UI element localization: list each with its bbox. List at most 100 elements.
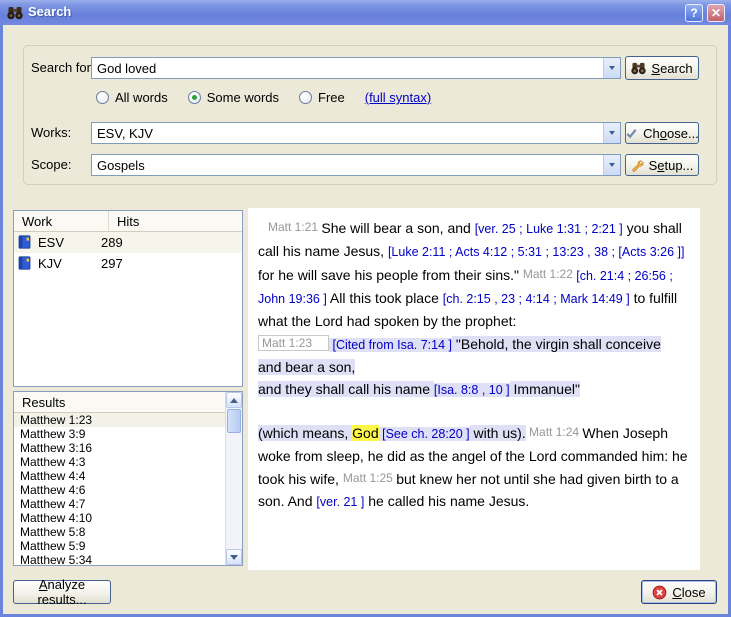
setup-scope-button[interactable]: Setup... — [625, 154, 699, 176]
arrow-up-icon — [230, 398, 238, 403]
chevron-down-icon — [609, 131, 615, 135]
search-combo-dropdown-button[interactable] — [603, 58, 620, 78]
window-close-button[interactable]: ✕ — [707, 4, 725, 22]
cross-reference-link[interactable]: [ch. 2:15 , 23 ; 4:14 ; Mark 14:49 ] — [443, 292, 630, 306]
radio-button-icon — [299, 91, 312, 104]
result-item[interactable]: Matthew 5:34 — [14, 553, 225, 565]
cross-reference-link[interactable]: [See ch. 28:20 ] — [379, 427, 470, 441]
result-item[interactable]: Matthew 4:7 — [14, 497, 225, 511]
radio-label: All words — [115, 90, 168, 105]
analyze-button-label: Analyze results... — [14, 577, 110, 607]
radio-all-words[interactable]: All words — [96, 90, 168, 105]
binoculars-icon — [631, 62, 646, 75]
analyze-results-button[interactable]: Analyze results... — [13, 580, 111, 604]
verse-number-label: Matt 1:23 — [258, 335, 329, 351]
results-scrollbar[interactable] — [225, 392, 242, 565]
work-name: KJV — [38, 256, 101, 271]
search-for-combobox[interactable] — [91, 57, 621, 79]
verse-text: for he will save his people from their s… — [258, 267, 523, 283]
help-button[interactable]: ? — [685, 4, 703, 22]
radio-free[interactable]: Free — [299, 90, 345, 105]
close-button-label: Close — [672, 585, 705, 600]
works-label: Works: — [31, 122, 71, 144]
close-button[interactable]: Close — [641, 580, 717, 604]
verse-paragraph: Matt 1:21 She will bear a son, and [ver.… — [258, 216, 688, 332]
scrollbar-thumb[interactable] — [227, 409, 241, 433]
result-item[interactable]: Matthew 4:6 — [14, 483, 225, 497]
work-column-header[interactable]: Work — [14, 211, 109, 231]
cross-reference-link[interactable]: [ver. 21 ] — [316, 495, 364, 509]
chevron-down-icon — [609, 163, 615, 167]
search-hit-highlight: God — [352, 425, 378, 441]
hit-count: 289 — [101, 235, 123, 250]
search-modes: All words Some words Free (full syntax) — [96, 90, 431, 105]
binoculars-icon — [7, 6, 23, 20]
verse-text: with us). — [470, 425, 526, 441]
results-panel: Results Matthew 1:23Matthew 3:9Matthew 3… — [13, 391, 243, 566]
search-input[interactable] — [92, 58, 603, 78]
title-bar: Search ? ✕ — [0, 0, 731, 25]
verse-text: he called his name Jesus. — [364, 493, 529, 509]
work-name: ESV — [38, 235, 101, 250]
radio-label: Some words — [207, 90, 279, 105]
verse-text: and they shall call his name — [258, 381, 434, 397]
cross-reference-link[interactable]: [ver. 25 ; Luke 1:31 ; 2:21 ] — [475, 222, 623, 236]
work-hits-row[interactable]: KJV297 — [14, 253, 242, 274]
setup-button-label: Setup... — [649, 158, 694, 173]
cross-reference-link[interactable]: [Luke 2:11 ; Acts 4:12 ; 5:31 ; 13:23 , … — [388, 245, 684, 259]
radio-button-icon — [188, 91, 201, 104]
checkmark-icon — [625, 127, 638, 140]
scroll-up-button[interactable] — [226, 392, 242, 408]
cross-reference-link[interactable]: [Isa. 8:8 , 10 ] — [434, 383, 510, 397]
result-item[interactable]: Matthew 5:8 — [14, 525, 225, 539]
scope-combo-dropdown-button[interactable] — [603, 155, 620, 175]
result-item[interactable]: Matthew 4:4 — [14, 469, 225, 483]
result-item[interactable]: Matthew 5:9 — [14, 539, 225, 553]
choose-works-button[interactable]: Choose... — [625, 122, 699, 144]
verse-text: All this took place — [327, 290, 443, 306]
result-item[interactable]: Matthew 3:9 — [14, 427, 225, 441]
verse-text: Immanuel" — [510, 381, 580, 397]
verse-number-label: Matt 1:22 — [523, 267, 576, 281]
result-item[interactable]: Matthew 3:16 — [14, 441, 225, 455]
work-hits-body: ESV289KJV297 — [14, 232, 242, 274]
radio-label: Free — [318, 90, 345, 105]
result-item[interactable]: Matthew 4:10 — [14, 511, 225, 525]
choose-button-label: Choose... — [643, 126, 699, 141]
work-hits-header: Work Hits — [14, 211, 242, 232]
verse-number-label: Matt 1:24 — [526, 425, 583, 439]
scope-combobox[interactable] — [91, 154, 621, 176]
works-combo-dropdown-button[interactable] — [603, 123, 620, 143]
full-syntax-link[interactable]: (full syntax) — [365, 90, 431, 105]
result-item[interactable]: Matthew 1:23 — [14, 413, 225, 427]
verse-preview-pane: Matt 1:21 She will bear a son, and [ver.… — [248, 208, 700, 570]
search-dialog-window: Search ? ✕ Search for: — [0, 0, 731, 617]
work-hits-row[interactable]: ESV289 — [14, 232, 242, 253]
search-options-group: Search for: — [23, 45, 717, 185]
verse-paragraph: Matt 1:23 [Cited from Isa. 7:14 ] "Behol… — [258, 332, 688, 401]
chevron-down-icon — [609, 66, 615, 70]
scope-label: Scope: — [31, 154, 71, 176]
scroll-down-button[interactable] — [226, 549, 242, 565]
hits-column-header[interactable]: Hits — [109, 214, 139, 229]
search-button-label: Search — [651, 61, 692, 76]
works-combobox[interactable] — [91, 122, 621, 144]
verse-text: (which means, — [258, 425, 352, 441]
book-icon — [18, 256, 32, 271]
search-button[interactable]: Search — [625, 56, 699, 80]
works-input[interactable] — [92, 123, 603, 143]
cross-reference-link[interactable]: [Cited from Isa. 7:14 ] — [329, 338, 452, 352]
radio-some-words[interactable]: Some words — [188, 90, 279, 105]
arrow-down-icon — [230, 555, 238, 560]
hit-count: 297 — [101, 256, 123, 271]
wrench-icon — [631, 159, 644, 172]
results-list: Matthew 1:23Matthew 3:9Matthew 3:16Matth… — [14, 413, 225, 565]
verse-number-label: Matt 1:21 — [268, 220, 321, 234]
dialog-client-area: Search for: — [3, 25, 728, 614]
verse-text: She will bear a son, and — [321, 220, 474, 236]
verse-paragraph: (which means, God [See ch. 28:20 ] with … — [258, 421, 688, 513]
verse-number-label: Matt 1:25 — [343, 471, 396, 485]
result-item[interactable]: Matthew 4:3 — [14, 455, 225, 469]
scope-input[interactable] — [92, 155, 603, 175]
search-for-label: Search for: — [31, 57, 95, 79]
